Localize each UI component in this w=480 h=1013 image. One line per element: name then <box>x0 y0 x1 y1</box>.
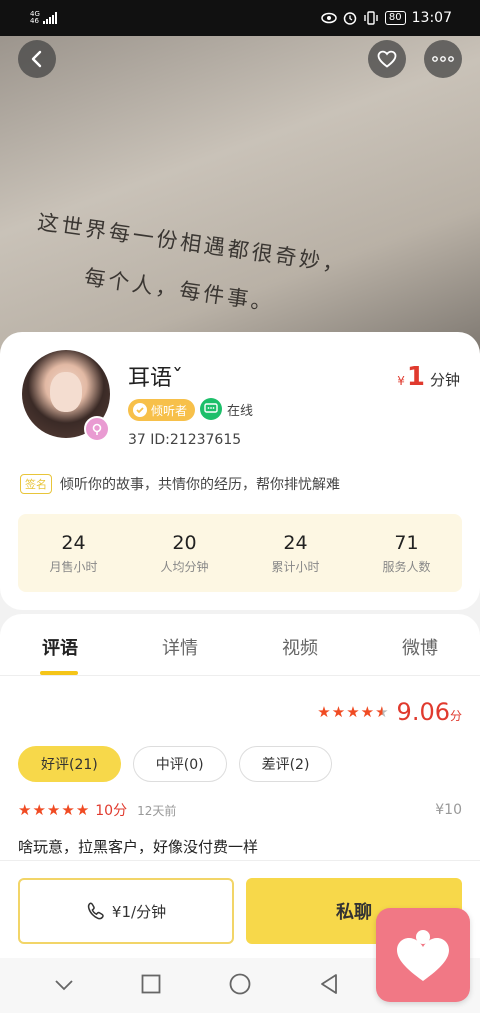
price-unit: 分钟 <box>429 371 460 389</box>
review-score: 10分 <box>95 803 128 819</box>
back-button[interactable] <box>18 40 56 78</box>
chat-bubble-icon <box>200 398 222 420</box>
star-icon: ★ <box>317 702 331 721</box>
profile-card: 耳语ˇ ¥ 1 分钟 倾听者 在线 37 ID:21237615 签名 倾听你的… <box>0 332 480 610</box>
rating-score-value: 9.06 <box>396 698 450 726</box>
review-price: ¥10 <box>435 802 462 818</box>
favorite-button[interactable] <box>368 40 406 78</box>
review-time: 12天前 <box>137 803 177 818</box>
star-icon: ★ <box>331 702 346 721</box>
online-status-label: 在线 <box>227 403 254 419</box>
tab-videos[interactable]: 视频 <box>240 614 360 675</box>
vibrate-icon <box>363 11 379 25</box>
rating-stars: ★ ★ ★ ★ ★ <box>317 702 389 721</box>
listener-tag-label: 倾听者 <box>151 403 188 418</box>
stat-label: 月售小时 <box>49 559 98 574</box>
star-icon: ★ <box>360 702 375 721</box>
stat-value: 71 <box>394 531 419 554</box>
network-label: 4G 46 <box>30 10 40 25</box>
hero-image: 这世界每一份相遇都很奇妙， 每个人，每件事。 <box>0 36 480 356</box>
stat-value: 20 <box>172 531 197 554</box>
tab-weibo[interactable]: 微博 <box>360 614 480 675</box>
stat-label: 人均分钟 <box>160 559 209 574</box>
age-id: 37 ID:21237615 <box>128 432 242 448</box>
stats-panel: 24 月售小时 20 人均分钟 24 累计小时 71 服务人数 <box>18 514 462 592</box>
review-stars: ★ ★ ★ ★ ★ <box>18 800 90 819</box>
stat-value: 24 <box>283 531 308 554</box>
filter-positive[interactable]: 好评(21) <box>18 746 121 782</box>
price-per-minute: ¥ 1 分钟 <box>397 362 460 392</box>
stat-value: 24 <box>61 531 86 554</box>
signal-icon <box>42 12 57 24</box>
review-header: ★ ★ ★ ★ ★ 10分 12天前 ¥10 <box>18 800 462 820</box>
call-button[interactable]: ¥1/分钟 <box>18 878 234 944</box>
stat-label: 累计小时 <box>271 559 320 574</box>
avatar-face <box>50 372 82 412</box>
more-icon <box>432 56 454 62</box>
heart-icon <box>377 50 397 68</box>
battery-indicator: 80 <box>384 11 406 25</box>
review-filters: 好评(21) 中评(0) 差评(2) <box>18 746 333 782</box>
rating-score-unit: 分 <box>449 709 462 723</box>
rating-score: 9.06分 <box>397 698 462 726</box>
profile-name: 耳语ˇ <box>128 366 184 391</box>
filter-negative[interactable]: 差评(2) <box>238 746 333 782</box>
overall-rating: ★ ★ ★ ★ ★ 9.06分 <box>317 698 462 726</box>
star-icon: ★ <box>32 800 46 819</box>
star-icon: ★ <box>18 800 32 819</box>
tab-details[interactable]: 详情 <box>120 614 240 675</box>
stat-total-hours: 24 累计小时 <box>246 532 346 575</box>
stat-served-count: 71 服务人数 <box>357 532 457 575</box>
gender-badge-icon <box>84 416 110 442</box>
filter-neutral[interactable]: 中评(0) <box>132 746 227 782</box>
status-right: 80 13:07 <box>321 10 452 26</box>
listener-tag: 倾听者 <box>128 399 196 421</box>
signature-row: 签名 倾听你的故事，共情你的经历，帮你排忧解难 <box>20 474 340 494</box>
phone-icon <box>87 902 104 920</box>
eye-icon <box>321 12 337 24</box>
star-icon: ★ <box>46 800 61 819</box>
online-status: 在线 <box>200 398 253 420</box>
home-circle-icon[interactable] <box>229 973 251 999</box>
stat-monthly-hours: 24 月售小时 <box>24 532 124 575</box>
tab-reviews[interactable]: 评语 <box>0 614 120 675</box>
star-icon: ★ <box>61 800 75 819</box>
hero-quote-line1: 这世界每一份相遇都很奇妙， <box>36 209 349 278</box>
star-icon: ★ <box>75 800 90 819</box>
alarm-icon <box>343 11 357 25</box>
stat-label: 服务人数 <box>382 559 431 574</box>
more-button[interactable] <box>424 40 462 78</box>
hero-quote: 这世界每一份相遇都很奇妙， 每个人，每件事。 <box>29 206 349 327</box>
call-button-label: ¥1/分钟 <box>111 902 167 921</box>
chevron-left-icon <box>31 50 42 68</box>
half-star-icon: ★ <box>375 702 389 721</box>
chevron-down-icon[interactable] <box>54 976 74 995</box>
price-currency: ¥ <box>397 374 405 388</box>
tab-bar: 评语 详情 视频 微博 <box>0 614 480 676</box>
floating-app-shortcut[interactable] <box>376 908 470 1002</box>
medal-icon <box>133 403 147 417</box>
review-text: 啥玩意，拉黑客户，好像没付费一样 <box>18 838 259 856</box>
recents-square-icon[interactable] <box>141 974 161 998</box>
stat-avg-minutes: 20 人均分钟 <box>135 532 235 575</box>
heart-person-icon <box>397 930 449 981</box>
back-triangle-icon[interactable] <box>319 973 339 999</box>
signature-label: 签名 <box>20 474 52 494</box>
status-bar: 4G 46 80 13:07 <box>0 0 480 36</box>
signature-text: 倾听你的故事，共情你的经历，帮你排忧解难 <box>60 477 340 493</box>
clock: 13:07 <box>411 10 452 26</box>
price-value: 1 <box>406 362 425 392</box>
status-left: 4G 46 <box>30 11 57 25</box>
star-icon: ★ <box>346 702 360 721</box>
